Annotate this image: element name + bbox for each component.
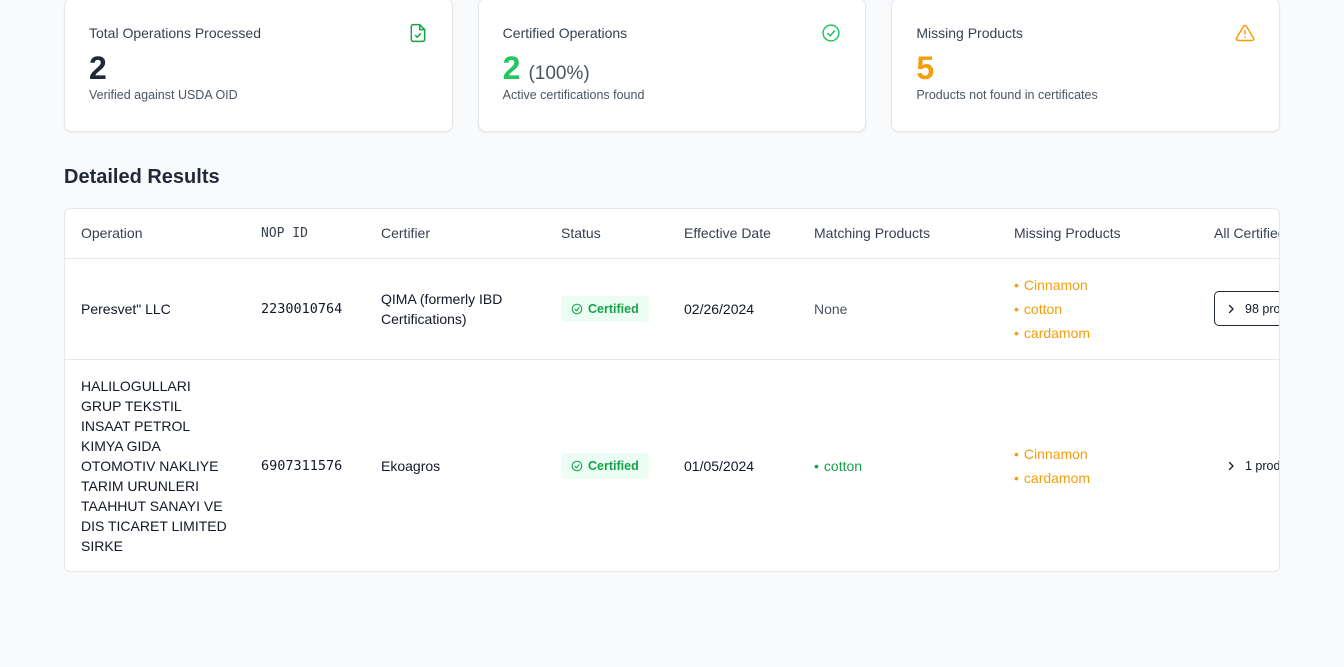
summary-cards: Total Operations Processed 2 Verified ag… [64,0,1281,132]
card-title: Missing Products [916,25,1023,41]
chevron-right-icon [1228,304,1234,313]
certified-percent: (100%) [528,63,590,84]
list-item: cardamom [1014,466,1182,490]
missing-products-list: Cinnamon cotton cardamom [1014,273,1182,345]
missing-products-card: Missing Products 5 Products not found in… [891,0,1281,132]
section-title: Detailed Results [64,166,220,188]
column-header: Status [545,209,668,259]
warning-triangle-icon [1235,23,1255,43]
missing-products-cell: Cinnamon cardamom [998,359,1198,571]
expand-products-button[interactable]: 1 product [1214,448,1280,484]
matching-products-cell: cotton [798,359,998,571]
status-label: Certified [588,301,639,316]
certified-operations-value: 2 [502,50,521,86]
operation-name: Peresvet" LLC [65,258,245,360]
status-label: Certified [588,458,639,473]
effective-date: 01/05/2024 [684,457,755,474]
results-table: Operation NOP ID Certifier Status Effect… [65,209,1280,571]
status-cell: Certified [545,359,668,571]
status-cell: Certified [545,258,668,360]
card-subtitle: Products not found in certificates [916,88,1098,102]
nop-id: 2230010764 [245,258,365,360]
table-row: Peresvet" LLC 2230010764 QIMA (formerly … [65,258,1280,360]
results-table-container[interactable]: Operation NOP ID Certifier Status Effect… [64,208,1280,572]
nop-id: 6907311576 [261,457,343,474]
column-header: Effective Date [668,209,798,259]
total-operations-value: 2 [89,50,107,86]
list-item: cotton [1014,297,1182,321]
missing-products-value: 5 [916,50,935,86]
table-row: HALILOGULLARI GRUP TEKSTIL INSAAT PETROL… [65,359,1280,571]
total-operations-card: Total Operations Processed 2 Verified ag… [64,0,453,132]
list-item: cotton [814,454,982,478]
certified-operations-card: Certified Operations 2 (100%) Active cer… [477,0,867,132]
column-header: NOP ID [245,209,365,259]
certifier: Ekoagros [381,457,441,474]
all-products-cell: 1 product [1198,359,1280,571]
list-item: Cinnamon [1014,442,1182,466]
effective-date: 02/26/2024 [668,258,798,360]
column-header: Missing Products [998,209,1198,259]
table-header-row: Operation NOP ID Certifier Status Effect… [65,209,1279,259]
matching-products-list: cotton [814,454,982,478]
operation-name: HALILOGULLARI GRUP TEKSTIL INSAAT PETROL… [81,377,227,554]
missing-products-list: Cinnamon cardamom [1014,442,1182,490]
column-header: Matching Products [798,209,998,259]
all-products-cell: 98 products [1198,258,1280,360]
products-count: 98 products [1245,301,1280,316]
check-circle-icon [571,303,583,314]
list-item: cardamom [1014,321,1182,345]
list-item: Cinnamon [1014,273,1182,297]
status-badge: Certified [561,452,649,479]
check-circle-icon [821,23,841,43]
card-subtitle: Active certifications found [502,88,645,102]
column-header: Certifier [365,209,545,259]
card-subtitle: Verified against USDA OID [89,88,238,102]
status-badge: Certified [561,295,649,322]
file-check-icon [408,23,428,43]
missing-products-cell: Cinnamon cotton cardamom [998,258,1198,360]
chevron-right-icon [1228,461,1234,470]
column-header: All Certified Products [1198,209,1279,259]
column-header: Operation [65,209,245,259]
products-count: 1 product [1245,458,1280,473]
card-title: Certified Operations [502,25,628,41]
check-circle-icon [571,460,583,472]
card-title: Total Operations Processed [89,25,261,41]
matching-products: None [798,258,998,360]
certifier: QIMA (formerly IBD Certifications) [365,258,545,360]
expand-products-button[interactable]: 98 products [1214,291,1280,326]
